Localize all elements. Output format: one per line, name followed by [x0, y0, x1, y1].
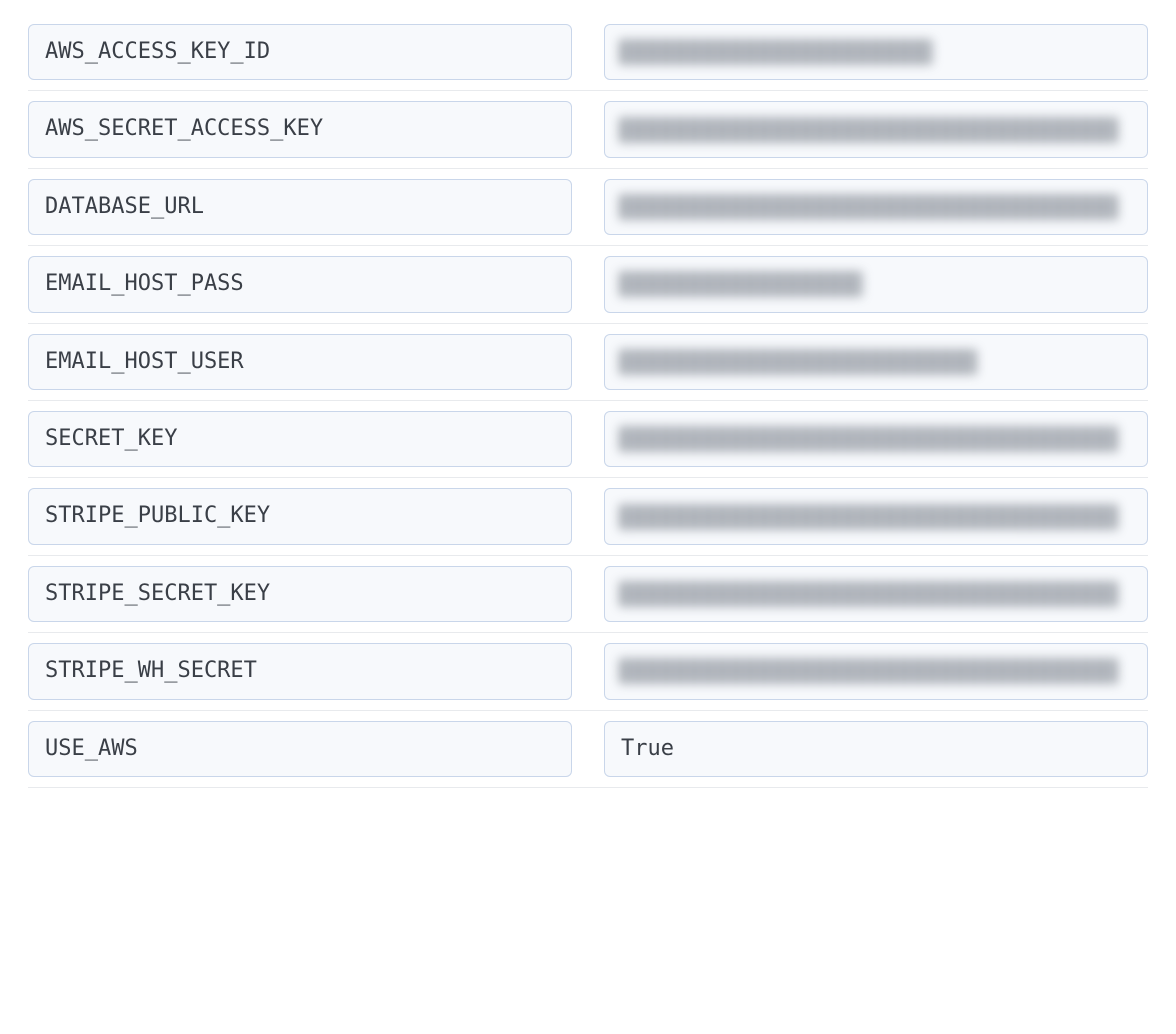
env-var-value-field[interactable]: [604, 101, 1148, 157]
env-var-row: STRIPE_PUBLIC_KEY: [28, 478, 1148, 555]
env-var-value-field[interactable]: [604, 566, 1148, 622]
env-var-value-field[interactable]: [604, 256, 1148, 312]
env-var-row: DATABASE_URL: [28, 169, 1148, 246]
env-var-key-field[interactable]: STRIPE_SECRET_KEY: [28, 566, 572, 622]
env-var-list: AWS_ACCESS_KEY_ID AWS_SECRET_ACCESS_KEY DA…: [28, 24, 1148, 788]
env-var-value-field[interactable]: [604, 24, 1148, 80]
env-var-row: STRIPE_WH_SECRET: [28, 633, 1148, 710]
env-var-value-field[interactable]: True: [604, 721, 1148, 777]
env-var-key-field[interactable]: USE_AWS: [28, 721, 572, 777]
env-var-key-field[interactable]: DATABASE_URL: [28, 179, 572, 235]
env-var-key-field[interactable]: STRIPE_PUBLIC_KEY: [28, 488, 572, 544]
env-var-row: EMAIL_HOST_PASS: [28, 246, 1148, 323]
env-var-value-field[interactable]: [604, 334, 1148, 390]
env-var-key-field[interactable]: STRIPE_WH_SECRET: [28, 643, 572, 699]
env-var-key-field[interactable]: AWS_SECRET_ACCESS_KEY: [28, 101, 572, 157]
env-var-key-field[interactable]: SECRET_KEY: [28, 411, 572, 467]
env-var-value-field[interactable]: [604, 488, 1148, 544]
env-var-key-field[interactable]: AWS_ACCESS_KEY_ID: [28, 24, 572, 80]
env-var-row: AWS_ACCESS_KEY_ID: [28, 24, 1148, 91]
env-var-value-field[interactable]: [604, 643, 1148, 699]
env-var-row: SECRET_KEY: [28, 401, 1148, 478]
env-var-row: EMAIL_HOST_USER: [28, 324, 1148, 401]
env-var-row: USE_AWS True: [28, 711, 1148, 788]
env-var-key-field[interactable]: EMAIL_HOST_USER: [28, 334, 572, 390]
env-var-value-field[interactable]: [604, 179, 1148, 235]
env-var-value-field[interactable]: [604, 411, 1148, 467]
env-var-row: AWS_SECRET_ACCESS_KEY: [28, 91, 1148, 168]
env-var-key-field[interactable]: EMAIL_HOST_PASS: [28, 256, 572, 312]
env-var-row: STRIPE_SECRET_KEY: [28, 556, 1148, 633]
